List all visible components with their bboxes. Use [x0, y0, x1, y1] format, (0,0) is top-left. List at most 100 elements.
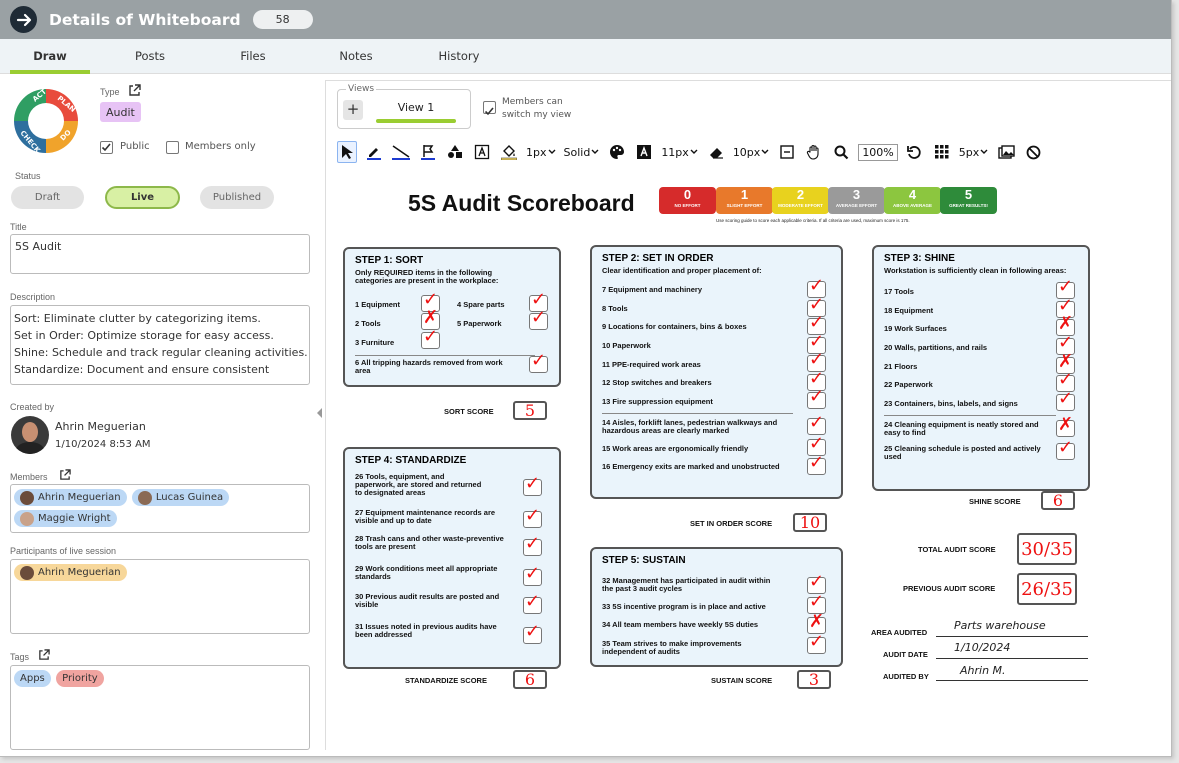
status-live[interactable]: Live — [105, 186, 180, 209]
step-title: STEP 4: STANDARDIZE — [355, 455, 467, 466]
date-label: AUDIT DATE — [883, 650, 928, 659]
disable-button[interactable] — [1023, 141, 1043, 163]
tab-draw[interactable]: Draw — [10, 39, 90, 74]
sustain-item: 35 Team strives to make improvements ind… — [602, 639, 742, 656]
tab-history[interactable]: History — [419, 39, 499, 74]
checkbox[interactable]: ✓ — [1056, 437, 1075, 460]
checkbox[interactable]: ✓ — [807, 386, 826, 409]
step-standardize-card: STEP 4: STANDARDIZE 26 Tools, equipment,… — [343, 447, 561, 669]
select-tool[interactable] — [337, 141, 357, 163]
grid-icon — [934, 145, 949, 159]
type-value[interactable]: Audit — [100, 102, 141, 122]
participant-chip[interactable]: Ahrin Meguerian — [14, 564, 127, 581]
status-draft[interactable]: Draft — [11, 186, 84, 209]
participants-field[interactable]: Ahrin Meguerian — [10, 559, 310, 634]
pencil-tool[interactable] — [364, 141, 384, 163]
insert-image-button[interactable] — [996, 141, 1016, 163]
reset-button[interactable] — [905, 141, 925, 163]
eraser-size-value: 10px — [732, 145, 761, 159]
view-tab-1[interactable]: View 1 — [376, 101, 456, 114]
title-field[interactable]: 5S Audit — [10, 234, 310, 274]
eraser-size-select[interactable]: 10px — [733, 141, 771, 163]
members-only-checkbox[interactable] — [166, 141, 179, 154]
participants-label: Participants of live session — [10, 546, 117, 556]
tab-bar: Draw Posts Files Notes History — [0, 39, 1171, 74]
public-checkbox[interactable] — [100, 141, 113, 154]
tab-files[interactable]: Files — [213, 39, 293, 74]
tag-chip[interactable]: Priority — [56, 670, 104, 687]
external-link-icon[interactable] — [128, 84, 141, 97]
clear-button[interactable] — [777, 141, 797, 163]
shine-item: 25 Cleaning schedule is posted and activ… — [884, 444, 1041, 461]
members-switch-checkbox[interactable] — [483, 101, 496, 116]
description-field[interactable]: Sort: Eliminate clutter by categorizing … — [10, 305, 310, 385]
stroke-width-select[interactable]: 1px — [526, 141, 557, 163]
tab-posts[interactable]: Posts — [110, 39, 190, 74]
checkbox[interactable]: ✓ — [421, 326, 440, 349]
scale-text: MODERATE EFFORT — [778, 203, 823, 208]
pan-tool[interactable] — [804, 141, 824, 163]
line-tool[interactable] — [391, 141, 411, 163]
eraser-tool[interactable] — [706, 141, 726, 163]
avatar — [137, 490, 152, 505]
member-name: Maggie Wright — [38, 513, 111, 524]
pencil-icon — [367, 148, 381, 160]
scoreboard-canvas[interactable]: 5S Audit Scoreboard 0 NO EFFORT 1 SLIGHT E… — [326, 167, 1171, 751]
font-icon — [637, 145, 652, 159]
cursor-icon — [342, 145, 353, 159]
app-window: Details of Whiteboard 58 Draw Posts File… — [0, 0, 1172, 757]
checkbox[interactable]: ✓ — [523, 473, 542, 496]
shine-score: 6 — [1041, 491, 1075, 510]
checkbox[interactable]: ✓ — [523, 505, 542, 528]
checkbox[interactable]: ✓ — [807, 452, 826, 475]
text-box-tool[interactable] — [472, 141, 492, 163]
member-name: Lucas Guinea — [155, 492, 224, 503]
step-shine-card: STEP 3: SHINE Workstation is sufficientl… — [872, 245, 1090, 491]
checkbox[interactable]: ✓ — [523, 621, 542, 644]
checkbox[interactable]: ✓ — [523, 563, 542, 586]
tag-chip[interactable]: Apps — [14, 670, 51, 687]
add-view-button[interactable]: + — [343, 100, 363, 120]
grid-size-select[interactable]: 5px — [959, 141, 990, 163]
member-chip[interactable]: Maggie Wright — [14, 510, 117, 527]
external-link-icon[interactable] — [38, 649, 50, 661]
chevron-down-icon — [591, 149, 599, 154]
zoom-button[interactable] — [831, 141, 851, 163]
member-chip[interactable]: Ahrin Meguerian — [14, 489, 127, 506]
scale-item-5: 5 GREAT RESULTS! — [940, 187, 997, 214]
standardize-item: 31 Issues noted in previous audits have … — [355, 622, 497, 639]
shapes-tool[interactable] — [445, 141, 465, 163]
total-score-label: TOTAL AUDIT SCORE — [918, 545, 996, 554]
back-button[interactable] — [10, 6, 37, 33]
member-chip[interactable]: Lucas Guinea — [131, 489, 230, 506]
members-field[interactable]: Ahrin Meguerian Lucas Guinea Maggie Wrig… — [10, 484, 310, 533]
checkbox[interactable]: ✓ — [529, 350, 548, 373]
chevron-down-icon — [690, 149, 698, 154]
step-title: STEP 3: SHINE — [884, 253, 955, 264]
checkbox[interactable]: ✓ — [529, 307, 548, 330]
fill-tool[interactable] — [499, 141, 519, 163]
font-size-select[interactable]: 11px — [661, 141, 699, 163]
scale-item-0: 0 NO EFFORT — [659, 187, 716, 214]
text-color-button[interactable] — [634, 141, 654, 163]
color-palette-button[interactable] — [607, 141, 627, 163]
palette-icon — [610, 145, 625, 159]
stroke-style-select[interactable]: Solid — [564, 141, 601, 163]
shapes-icon — [448, 145, 462, 158]
order-item: 15 Work areas are ergonomically friendly — [602, 444, 749, 453]
external-link-icon[interactable] — [59, 469, 71, 481]
tags-field[interactable]: Apps Priority — [10, 665, 310, 750]
sort-item: 1 Equipment — [355, 300, 401, 309]
collapse-panel-handle[interactable] — [317, 408, 322, 418]
grid-button[interactable] — [932, 141, 952, 163]
checkbox[interactable]: ✗ — [1056, 414, 1075, 437]
paint-bucket-icon — [501, 145, 517, 160]
status-published[interactable]: Published — [200, 186, 274, 209]
checkbox[interactable]: ✓ — [523, 533, 542, 556]
checkbox[interactable]: ✓ — [1056, 388, 1075, 411]
tab-notes[interactable]: Notes — [316, 39, 396, 74]
flag-tool[interactable] — [418, 141, 438, 163]
checkbox[interactable]: ✓ — [523, 591, 542, 614]
zoom-level-field[interactable]: 100% — [858, 143, 898, 161]
checkbox[interactable]: ✓ — [807, 631, 826, 654]
